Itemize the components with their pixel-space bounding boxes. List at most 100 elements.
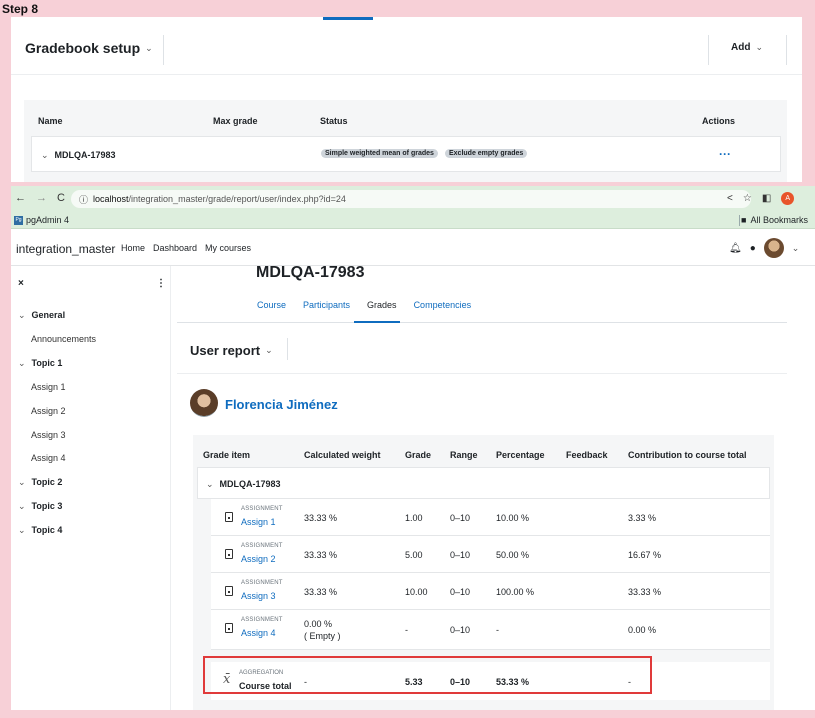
info-icon[interactable]: ⓘ — [79, 193, 88, 206]
category-toggle[interactable]: ⌄ MDLQA-17983 — [41, 150, 116, 161]
category-toggle[interactable]: ⌄ MDLQA-17983 — [206, 479, 281, 490]
profile-avatar[interactable]: A — [781, 192, 795, 205]
contribution-cell: 16.67 % — [628, 550, 662, 560]
column-header-contribution: Contribution to course total — [628, 450, 747, 460]
assignment-icon — [225, 549, 233, 559]
avatar[interactable] — [763, 238, 784, 258]
nav-home[interactable]: Home — [121, 243, 145, 253]
column-header-grade-item: Grade item — [203, 450, 251, 460]
add-label: Add — [731, 42, 751, 53]
chevron-down-icon: ⌄ — [18, 310, 26, 320]
section-topic-3[interactable]: ⌄ Topic 3 — [18, 501, 62, 512]
divider — [739, 215, 740, 226]
chevron-down-icon: ⌄ — [206, 479, 214, 489]
table-row: ASSIGNMENT Assign 4 0.00 % ( Empty ) - 0… — [211, 610, 770, 650]
column-header-grade: Grade — [405, 450, 432, 460]
drawer-item[interactable]: Assign 3 — [31, 430, 66, 440]
chevron-down-icon: ⌄ — [41, 150, 49, 160]
chevron-down-icon: ⌄ — [18, 525, 26, 535]
status-badge: Simple weighted mean of grades — [321, 149, 438, 158]
gradebook-setup-menu[interactable]: Gradebook setup ⌄ — [25, 40, 153, 56]
divider — [177, 373, 787, 374]
reload-icon[interactable]: C — [57, 192, 65, 204]
chevron-down-icon: ⌄ — [18, 501, 26, 511]
column-header-name: Name — [38, 116, 63, 126]
grade-item-link[interactable]: Assign 3 — [241, 591, 276, 601]
course-index-drawer: × ⋮ ⌄ General Announcements ⌄ Topic 1 Assi… — [11, 266, 171, 710]
contribution-cell: 33.33 % — [628, 587, 662, 597]
bookmarks-bar: Pg pgAdmin 4 ■ All Bookmarks — [11, 212, 815, 229]
assignment-icon — [225, 512, 233, 522]
url-host: localhost — [93, 194, 129, 204]
drawer-item[interactable]: Assign 1 — [31, 382, 66, 392]
assignment-icon — [225, 586, 233, 596]
url-input[interactable]: ⓘ localhost/integration_master/grade/rep… — [71, 190, 751, 208]
tab-grades[interactable]: Grades — [367, 300, 397, 310]
divider — [287, 338, 288, 360]
secondary-navigation: Course Participants Grades Competencies — [257, 300, 471, 310]
actions-menu-button[interactable]: ··· — [719, 147, 731, 161]
sidebar-icon[interactable]: ◧ — [762, 193, 771, 204]
range-cell: 0–10 — [450, 513, 471, 523]
chat-icon[interactable]: ● — [750, 243, 756, 254]
add-button[interactable]: Add ⌄ — [731, 42, 763, 53]
chevron-down-icon[interactable]: ⌄ — [792, 243, 800, 254]
weight-cell: 33.33 % — [304, 513, 338, 523]
main-content: MDLQA-17983 Course Participants Grades C… — [177, 264, 815, 710]
tab-course[interactable]: Course — [257, 300, 286, 310]
column-header-max-grade: Max grade — [213, 116, 258, 126]
active-tab-indicator — [354, 321, 400, 323]
grade-cell: 1.00 — [405, 513, 423, 523]
step-label: Step 8 — [2, 2, 39, 16]
primary-navigation: Home Dashboard My courses — [121, 243, 251, 253]
forward-arrow-icon[interactable]: → — [36, 192, 47, 204]
section-general[interactable]: ⌄ General — [18, 310, 65, 321]
divider — [177, 322, 787, 323]
section-topic-4[interactable]: ⌄ Topic 4 — [18, 525, 62, 536]
bell-icon[interactable]: 🔔︎ — [729, 243, 742, 254]
divider — [163, 35, 164, 65]
all-bookmarks[interactable]: ■ All Bookmarks — [741, 215, 808, 225]
grade-item-link[interactable]: Assign 1 — [241, 517, 276, 527]
drawer-item[interactable]: Announcements — [31, 334, 96, 344]
percentage-cell: 100.00 % — [496, 587, 535, 597]
report-selector[interactable]: User report ⌄ — [190, 343, 273, 358]
back-arrow-icon[interactable]: ← — [15, 192, 26, 204]
share-icon[interactable]: < — [727, 193, 733, 204]
column-header-feedback: Feedback — [566, 450, 608, 460]
item-type: ASSIGNMENT — [241, 543, 283, 549]
star-icon[interactable]: ☆ — [743, 193, 752, 204]
category-name: MDLQA-17983 — [54, 150, 116, 160]
browser-window: ← → C ⓘ localhost/integration_master/gra… — [11, 186, 815, 710]
site-navbar: integration_master Home Dashboard My cou… — [11, 230, 815, 266]
contribution-cell: 3.33 % — [628, 513, 657, 523]
gradebook-setup-title: Gradebook setup — [25, 40, 141, 56]
grade-cell: - — [405, 625, 408, 635]
assignment-icon — [225, 623, 233, 633]
user-avatar[interactable] — [190, 389, 218, 417]
drawer-item[interactable]: Assign 4 — [31, 453, 66, 463]
percentage-cell: 50.00 % — [496, 550, 530, 560]
drawer-item[interactable]: Assign 2 — [31, 406, 66, 416]
nav-my-courses[interactable]: My courses — [205, 243, 251, 253]
gradebook-setup-panel: Gradebook setup ⌄ Add ⌄ Name Max grade S… — [11, 17, 802, 182]
chevron-down-icon: ⌄ — [145, 42, 153, 53]
close-icon[interactable]: × — [18, 278, 24, 289]
weight-cell: 33.33 % — [304, 550, 338, 560]
bookmark-pgadmin[interactable]: Pg pgAdmin 4 — [14, 215, 69, 225]
tab-competencies[interactable]: Competencies — [414, 300, 472, 310]
range-cell: 0–10 — [450, 550, 471, 560]
site-name[interactable]: integration_master — [16, 242, 115, 256]
tab-participants[interactable]: Participants — [303, 300, 350, 310]
nav-dashboard[interactable]: Dashboard — [153, 243, 197, 253]
user-name-link[interactable]: Florencia Jiménez — [225, 397, 338, 412]
grade-cell: 5.00 — [405, 550, 423, 560]
kebab-menu-icon[interactable]: ⋮ — [156, 278, 166, 289]
section-topic-2[interactable]: ⌄ Topic 2 — [18, 477, 62, 488]
grade-item-link[interactable]: Assign 2 — [241, 554, 276, 564]
grade-item-link[interactable]: Assign 4 — [241, 628, 276, 638]
column-header-status: Status — [320, 116, 348, 126]
section-topic-1[interactable]: ⌄ Topic 1 — [18, 358, 62, 369]
percentage-cell: 10.00 % — [496, 513, 530, 523]
active-tab-indicator — [323, 17, 373, 20]
